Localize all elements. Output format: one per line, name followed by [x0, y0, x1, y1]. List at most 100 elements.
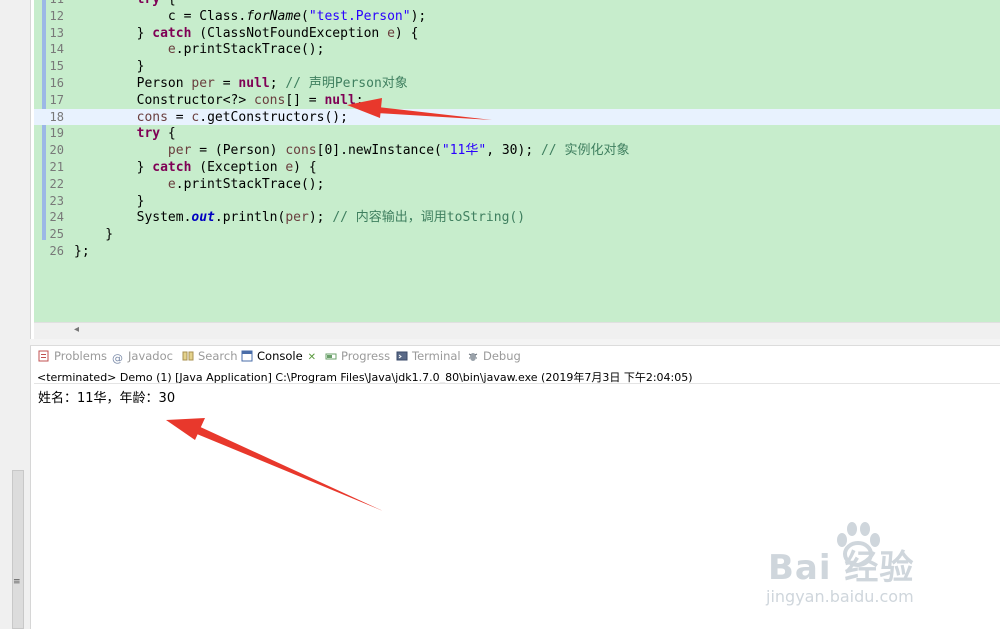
- code-line[interactable]: 13 } catch (ClassNotFoundException e) {: [34, 25, 1000, 42]
- code-token: .printStackTrace();: [175, 42, 325, 58]
- terminal-icon: [396, 351, 408, 361]
- code-token: // 内容输出，调用toString(): [332, 210, 526, 226]
- code-token: , 30);: [486, 143, 541, 159]
- line-number: 17: [49, 92, 64, 107]
- console-separator: [34, 383, 1000, 384]
- line-number: 13: [49, 25, 64, 40]
- code-token: null: [238, 75, 270, 91]
- scroll-left-icon[interactable]: ◂: [74, 324, 79, 335]
- arrow-to-output: [166, 418, 383, 511]
- code-token: = (Person): [191, 143, 286, 159]
- code-line[interactable]: 17 Constructor<?> cons[] = null;: [34, 92, 1000, 109]
- code-line[interactable]: 22 e.printStackTrace();: [34, 176, 1000, 193]
- view-tab-bar: Problems @ Javadoc Search Console ✕ Progre…: [34, 346, 1000, 366]
- code-token: cons: [136, 109, 168, 125]
- code-token: .getConstructors();: [199, 109, 348, 125]
- code-editor[interactable]: 11 try {12 c = Class.forName("test.Perso…: [34, 0, 1000, 322]
- problems-icon: [38, 350, 49, 362]
- baidu-watermark-site: jingyan.baidu.com: [766, 587, 914, 606]
- code-token: Person: [74, 75, 192, 91]
- code-token: (: [300, 8, 309, 24]
- code-token: e: [167, 176, 176, 192]
- code-line[interactable]: 15 }: [34, 58, 1000, 75]
- code-token: "11华": [441, 143, 487, 159]
- code-text: per = (Person) cons[0].newInstance("11华"…: [74, 143, 630, 159]
- code-token: }: [74, 193, 145, 209]
- vertical-scrollbar[interactable]: [12, 470, 24, 629]
- line-number: 11: [34, 0, 74, 8]
- scroll-grip-icon: ≡: [13, 577, 21, 587]
- code-token: .printStackTrace();: [175, 176, 325, 192]
- code-text: try {: [74, 0, 176, 7]
- code-token: per: [285, 210, 309, 226]
- code-line[interactable]: 11 try {: [34, 0, 1000, 8]
- code-line[interactable]: 14 e.printStackTrace();: [34, 41, 1000, 58]
- code-token: );: [410, 8, 427, 24]
- code-line[interactable]: 16 Person per = null; // 声明Person对象: [34, 75, 1000, 92]
- javadoc-icon: @: [112, 352, 123, 365]
- left-side-panel: ≡: [0, 0, 31, 629]
- code-line[interactable]: 25 }: [34, 226, 1000, 243]
- code-token: e: [167, 42, 176, 58]
- code-token: [] =: [285, 92, 325, 108]
- tab-terminal[interactable]: Terminal: [396, 348, 461, 364]
- code-line[interactable]: 24 System.out.println(per); // 内容输出，调用to…: [34, 209, 1000, 226]
- code-token: =: [214, 75, 239, 91]
- tab-progress[interactable]: Progress: [325, 348, 390, 364]
- tab-search[interactable]: Search: [182, 348, 238, 364]
- code-line[interactable]: 23 }: [34, 193, 1000, 210]
- code-token: =: [167, 109, 192, 125]
- code-token: ;: [355, 92, 364, 108]
- code-token: catch: [152, 159, 192, 175]
- code-token: {: [160, 126, 176, 142]
- code-text: cons = c.getConstructors();: [74, 110, 348, 125]
- line-number: 22: [49, 176, 64, 191]
- code-line[interactable]: 12 c = Class.forName("test.Person");: [34, 8, 1000, 25]
- code-text: e.printStackTrace();: [74, 42, 325, 58]
- debug-icon: [468, 353, 478, 361]
- code-text: Constructor<?> cons[] = null;: [74, 93, 364, 108]
- panel-divider[interactable]: [30, 339, 1000, 346]
- line-number: 14: [49, 42, 64, 57]
- close-icon[interactable]: ✕: [308, 350, 316, 366]
- code-token: );: [308, 210, 333, 226]
- code-text: };: [74, 244, 90, 259]
- code-text: Person per = null; // 声明Person对象: [74, 76, 408, 91]
- code-token: }: [74, 227, 114, 243]
- code-token: Constructor<?>: [74, 92, 255, 108]
- tab-javadoc[interactable]: @ Javadoc: [112, 348, 173, 365]
- code-line[interactable]: 26};: [34, 243, 1000, 260]
- tab-problems[interactable]: Problems: [38, 348, 107, 364]
- code-line[interactable]: 20 per = (Person) cons[0].newInstance("1…: [34, 142, 1000, 159]
- line-number: 15: [49, 59, 64, 74]
- code-text: }: [74, 193, 145, 209]
- code-token: c = Class.: [74, 8, 247, 24]
- code-line[interactable]: 21 } catch (Exception e) {: [34, 159, 1000, 176]
- code-token: forName: [246, 8, 301, 24]
- baidu-paw-icon: [837, 522, 880, 567]
- line-number: 16: [49, 75, 64, 90]
- code-token: e: [387, 25, 395, 41]
- code-token: ;: [269, 75, 286, 91]
- console-output[interactable]: 姓名：11华，年龄：30: [38, 387, 175, 406]
- code-token: (ClassNotFoundException: [191, 25, 388, 41]
- code-token: .println(: [214, 210, 286, 226]
- code-token: cons: [285, 143, 317, 159]
- code-token: per: [191, 75, 215, 91]
- code-line[interactable]: 18 cons = c.getConstructors();: [34, 108, 1000, 126]
- code-token: // 声明Person对象: [285, 75, 408, 91]
- code-lines: 11 try {12 c = Class.forName("test.Perso…: [34, 0, 1000, 260]
- code-token: ) {: [394, 25, 419, 41]
- tab-debug[interactable]: Debug: [467, 348, 521, 364]
- code-token: (Exception: [191, 159, 286, 175]
- code-token: };: [74, 243, 90, 259]
- code-line[interactable]: 19 try {: [34, 125, 1000, 142]
- line-number: 18: [49, 109, 64, 124]
- code-text: } catch (Exception e) {: [74, 160, 317, 175]
- tab-console[interactable]: Console ✕: [241, 348, 316, 364]
- horizontal-scrollbar[interactable]: ◂: [34, 322, 1000, 339]
- line-number: 12: [49, 8, 64, 23]
- line-number: 21: [49, 159, 64, 174]
- code-token: [0].newInstance(: [316, 143, 442, 159]
